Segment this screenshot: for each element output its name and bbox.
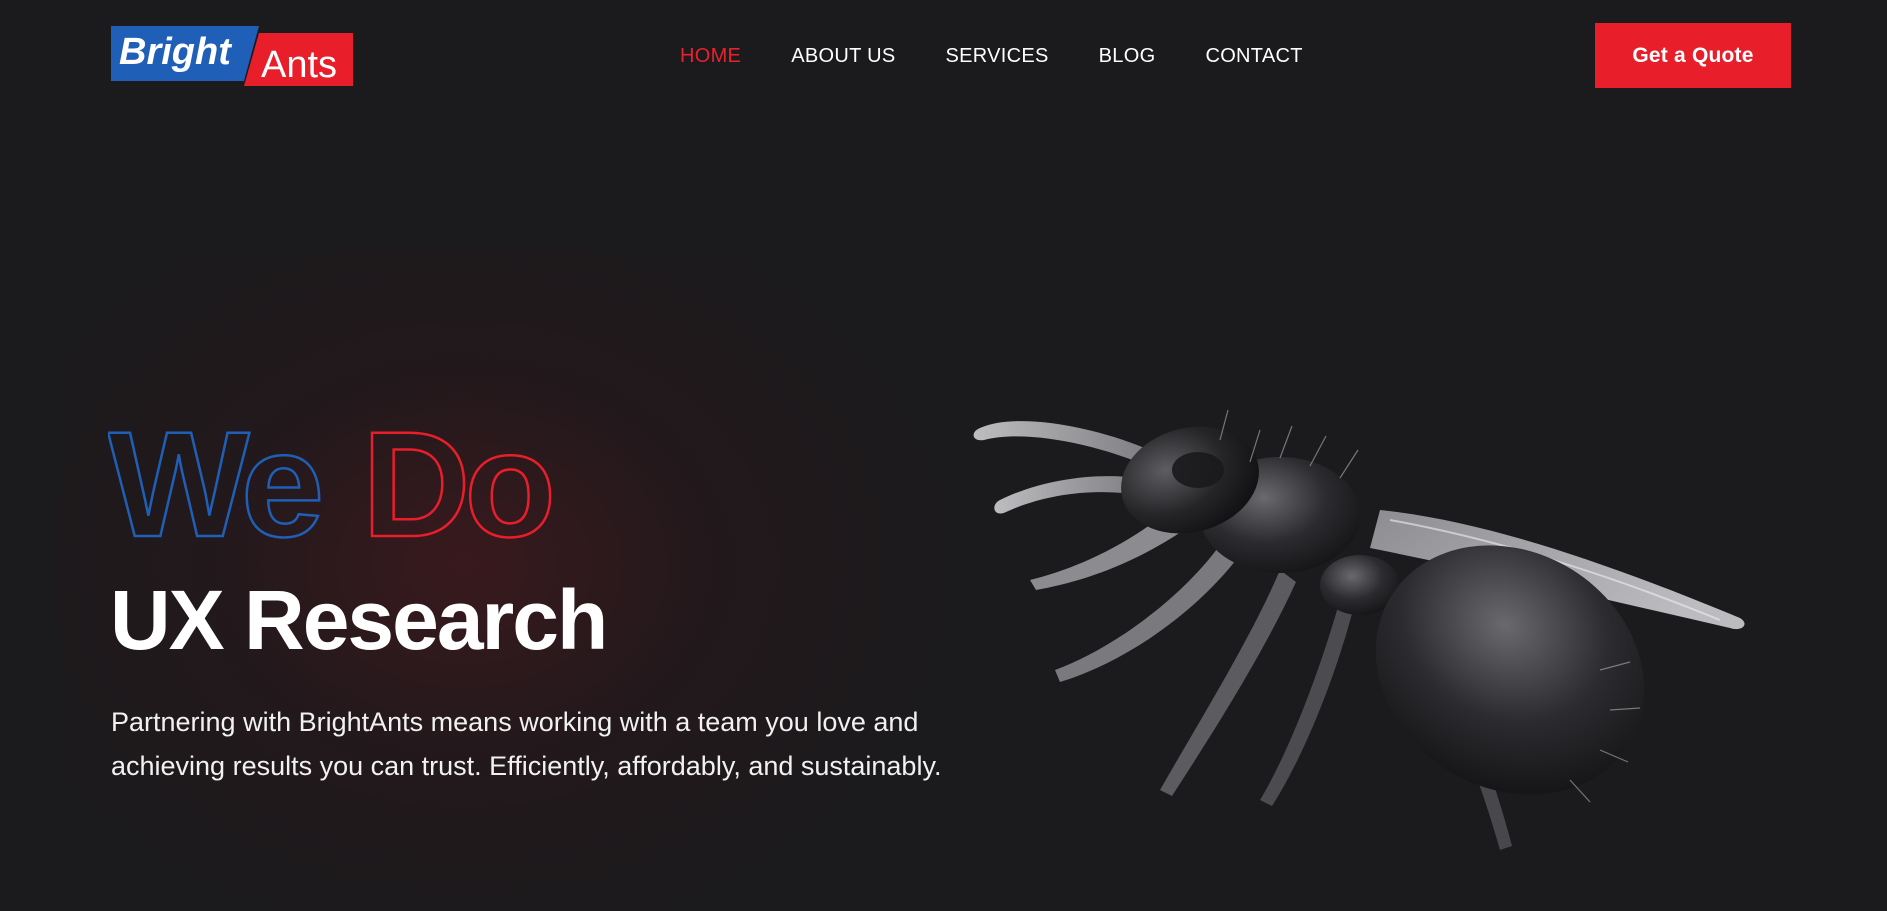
hero-title: UX Research	[110, 573, 608, 667]
hero-description: Partnering with BrightAnts means working…	[111, 707, 942, 781]
outline-word-we: We	[108, 410, 320, 550]
winged-ant-image	[973, 409, 1745, 850]
logo-text-left: Bright	[119, 31, 232, 73]
get-a-quote-button[interactable]: Get a Quote	[1595, 23, 1791, 88]
nav-contact[interactable]: CONTACT	[1205, 40, 1302, 72]
outline-word-do: Do	[362, 410, 550, 550]
nav-home[interactable]: HOME	[680, 40, 741, 72]
logo-text-right: Ants	[261, 44, 337, 86]
logo-mark: Bright Ants	[111, 26, 353, 86]
page: Bright Ants HOME ABOUT US SERVICES BLOG …	[0, 0, 1887, 911]
main-nav: HOME ABOUT US SERVICES BLOG CONTACT	[680, 40, 1353, 72]
nav-blog[interactable]: BLOG	[1099, 40, 1156, 72]
nav-services[interactable]: SERVICES	[945, 40, 1048, 72]
nav-about-us[interactable]: ABOUT US	[791, 40, 895, 72]
logo[interactable]: Bright Ants	[111, 26, 353, 86]
site-header: Bright Ants HOME ABOUT US SERVICES BLOG …	[0, 0, 1887, 112]
hero-outline-heading: We Do	[108, 410, 558, 550]
